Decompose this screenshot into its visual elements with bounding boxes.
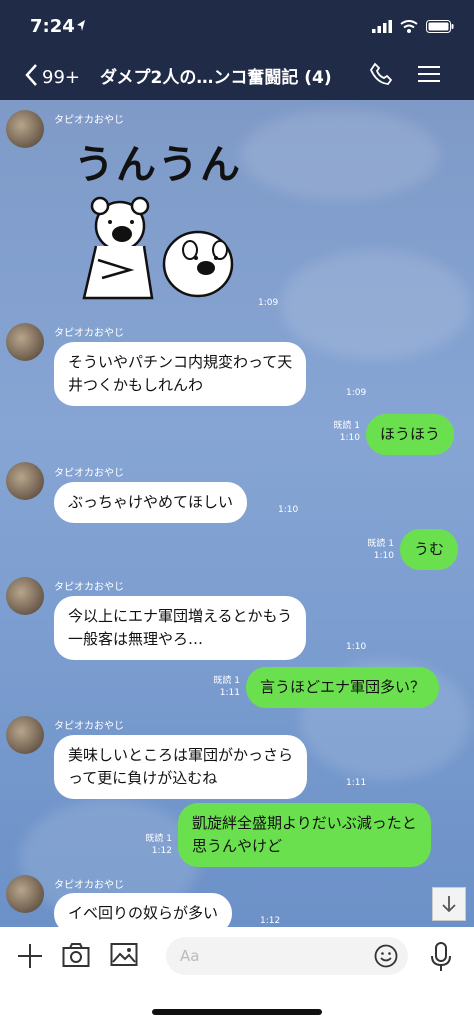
message-bubble[interactable]: 今以上にエナ軍団増えるとかもう 一般客は無理やろ… [54,596,307,660]
message-line: そういやパチンコ内規変わって天 [68,353,293,371]
message-bubble[interactable]: 言うほどエナ軍団多い？ [246,667,440,708]
menu-button[interactable] [418,64,440,88]
read-status: 既読 1 [145,834,172,844]
plus-icon [18,944,42,968]
camera-icon [62,943,90,967]
voice-button[interactable] [430,942,452,976]
bear-sticker[interactable]: うんうん [70,132,250,304]
image-icon [110,943,138,966]
image-button[interactable] [110,942,138,972]
message-input[interactable] [166,937,408,975]
status-time: 7:24 [30,16,75,37]
sender-avatar[interactable] [6,323,44,361]
message-text: うむ [414,540,445,558]
phone-icon [369,62,393,85]
message-bubble[interactable]: 美味しいところは軍団がかっさら って更に負けが込むね [54,735,308,799]
signal-icon [372,18,392,37]
message-meta: 既読 1 1:11 [196,675,240,699]
read-status: 既読 1 [367,539,394,549]
message-time: 1:09 [346,388,367,398]
menu-icon [418,66,440,82]
message-line: 凱旋絆全盛期よりだいぶ減ったと [192,814,417,832]
sticker-text: うんうん [74,142,242,188]
message-time: 1:12 [151,846,172,856]
message-line: イベ回りの奴らが多い [68,904,219,922]
message-text: 言うほどエナ軍団多い？ [260,678,426,696]
chat-header: 99+ ダメプ2人の…ンコ奮闘記 (4) [0,50,474,100]
sender-avatar[interactable] [6,716,44,754]
message-time: 1:10 [339,433,360,443]
scroll-to-bottom-button[interactable] [432,887,466,921]
message-bubble[interactable]: うむ [400,529,459,570]
bear-illustration [82,196,234,300]
unread-count: 99+ [42,67,80,88]
chat-room-title: ダメプ2人の…ンコ奮闘記 (4) [100,68,332,88]
message-time: 1:10 [346,642,367,652]
location-arrow-icon [76,18,86,37]
message-time: 1:12 [260,916,281,926]
microphone-icon [431,942,451,971]
message-line: って更に負けが込むね [68,769,218,787]
message-line: 思うんやけど [192,837,283,855]
arrow-down-icon [442,896,456,913]
read-status: 既読 1 [333,421,360,431]
message-time: 1:10 [278,505,299,515]
message-meta: 既読 1 1:10 [350,538,394,562]
sender-avatar[interactable] [6,462,44,500]
message-time: 1:11 [219,688,240,698]
status-bar: 7:24 [0,0,474,56]
message-meta: 既読 1 1:10 [316,420,360,444]
sender-name: タピオカおやじ [54,115,124,126]
back-button[interactable]: 99+ [24,63,80,92]
sender-avatar[interactable] [6,577,44,615]
wifi-icon [400,18,418,37]
emoji-icon [374,944,398,968]
sender-avatar[interactable] [6,875,44,913]
sender-name: タピオカおやじ [54,721,124,732]
sender-name: タピオカおやじ [54,880,124,891]
message-bubble[interactable]: イベ回りの奴らが多い [54,893,233,927]
battery-icon [426,18,454,37]
emoji-button[interactable] [374,944,398,972]
phone-button[interactable] [369,62,393,90]
message-text-field[interactable] [166,937,366,975]
message-bubble[interactable]: ぶっちゃけやめてほしい [54,482,248,523]
read-status: 既読 1 [213,676,240,686]
home-indicator [152,1009,322,1015]
message-line: 今以上にエナ軍団増えるとかもう [68,607,293,625]
sender-name: タピオカおやじ [54,328,124,339]
message-line: 美味しいところは軍団がかっさら [68,746,294,764]
message-line: 井つくかもしれんわ [68,376,204,394]
add-button[interactable] [16,942,44,974]
sender-name: タピオカおやじ [54,582,124,593]
status-icons [372,18,454,37]
message-time: 1:09 [258,298,279,308]
message-time: 1:11 [346,778,367,788]
message-meta: 既読 1 1:12 [128,833,172,857]
message-input-bar [0,927,474,987]
camera-button[interactable] [62,942,90,972]
message-line: 一般客は無理やろ… [68,630,204,648]
sender-avatar[interactable] [6,110,44,148]
sender-name: タピオカおやじ [54,468,124,479]
message-bubble[interactable]: 凱旋絆全盛期よりだいぶ減ったと 思うんやけど [178,803,431,867]
back-chevron-icon [24,63,38,92]
message-bubble[interactable]: そういやパチンコ内規変わって天 井つくかもしれんわ [54,342,307,406]
message-time: 1:10 [373,551,394,561]
message-text: ほうほう [380,425,441,443]
message-line: ぶっちゃけやめてほしい [68,493,234,511]
chat-area[interactable]: タピオカおやじ うんうん 1:09 タピオカおやじ そういやパチンコ内規変わって… [0,100,474,927]
message-bubble[interactable]: ほうほう [366,414,455,455]
